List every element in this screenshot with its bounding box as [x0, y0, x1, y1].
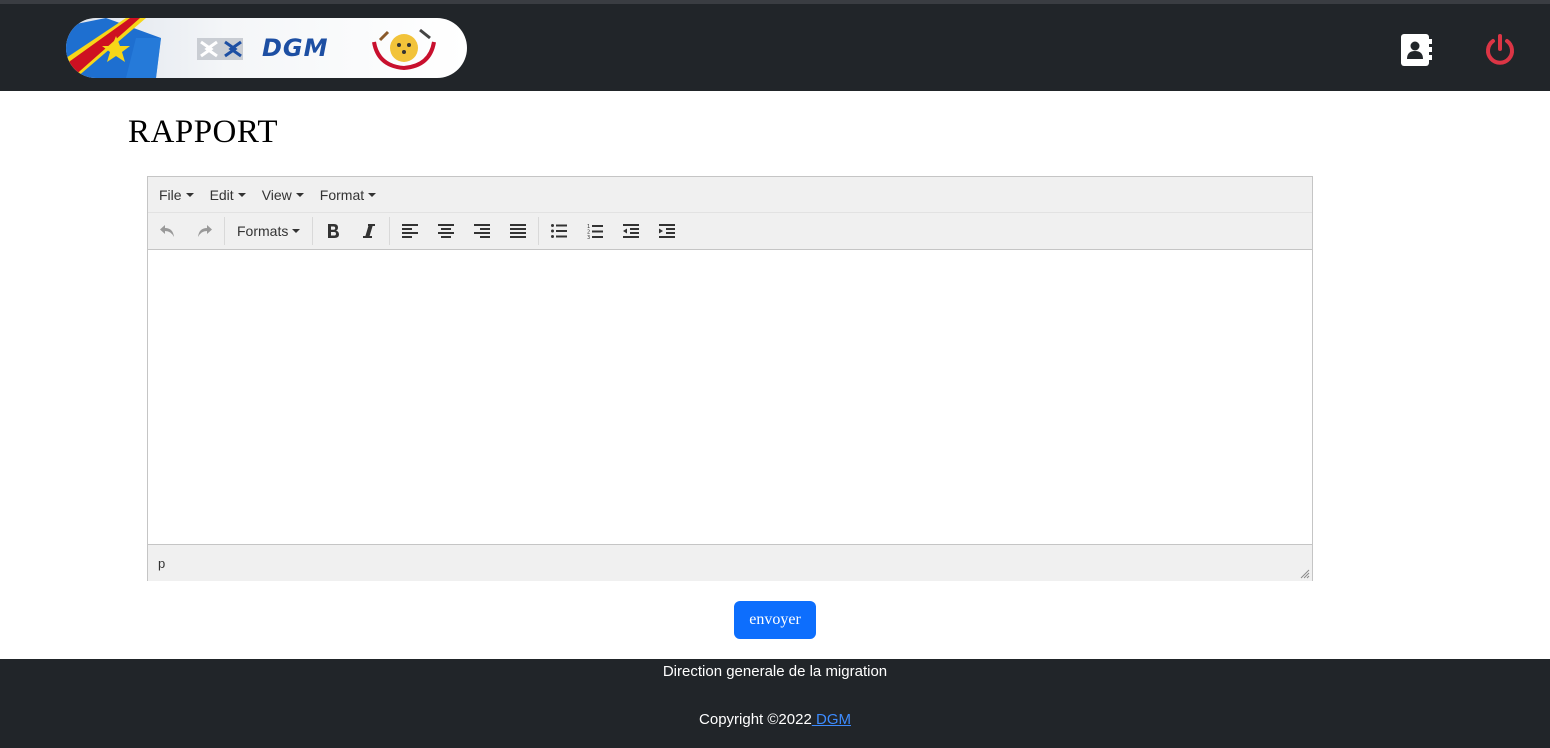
- italic-icon: [363, 224, 376, 238]
- outdent-icon: [623, 224, 640, 238]
- editor-menubar: File Edit View Format: [148, 177, 1312, 213]
- menu-file[interactable]: File: [151, 177, 202, 212]
- rich-text-editor: File Edit View Format Formats 1 2 3 p: [147, 176, 1313, 581]
- navbar: DGM: [0, 4, 1550, 91]
- redo-button[interactable]: [186, 216, 222, 246]
- submit-button[interactable]: envoyer: [734, 601, 816, 639]
- coat-of-arms-icon: [372, 28, 436, 71]
- logo-text: DGM: [262, 34, 329, 62]
- align-center-button[interactable]: [428, 216, 464, 246]
- caret-down-icon: [292, 229, 301, 233]
- caret-down-icon: [237, 192, 246, 197]
- toolbar-divider: [224, 217, 225, 245]
- address-book-icon: [1401, 34, 1432, 66]
- numbered-list-button[interactable]: 123: [577, 216, 613, 246]
- menu-format[interactable]: Format: [312, 177, 384, 212]
- align-left-icon: [402, 224, 419, 238]
- caret-down-icon: [295, 192, 304, 197]
- redo-icon: [198, 225, 212, 237]
- undo-icon: [160, 225, 174, 237]
- align-left-button[interactable]: [392, 216, 428, 246]
- resize-handle-icon[interactable]: [1300, 569, 1310, 579]
- power-icon: [1486, 34, 1514, 65]
- editor-statusbar: p: [148, 545, 1312, 581]
- italic-button[interactable]: [351, 216, 387, 246]
- align-center-icon: [438, 224, 455, 238]
- align-right-icon: [474, 224, 491, 238]
- menu-view[interactable]: View: [254, 177, 312, 212]
- dgm-link[interactable]: DGM: [812, 711, 851, 728]
- menu-file-label: File: [159, 186, 182, 203]
- numbered-list-icon: 123: [587, 224, 604, 239]
- bullet-list-button[interactable]: [541, 216, 577, 246]
- contacts-button[interactable]: [1399, 31, 1433, 69]
- menu-edit[interactable]: Edit: [202, 177, 254, 212]
- formats-dropdown[interactable]: Formats: [227, 216, 310, 246]
- dgm-arrows-icon: [197, 38, 243, 60]
- svg-text:3: 3: [587, 235, 590, 239]
- drc-flag-icon: [66, 18, 161, 78]
- editor-content-area[interactable]: [148, 250, 1312, 545]
- element-path[interactable]: p: [158, 556, 165, 571]
- caret-down-icon: [185, 192, 194, 197]
- footer: Direction generale de la migration Copyr…: [0, 659, 1550, 748]
- outdent-button[interactable]: [613, 216, 649, 246]
- page-title: RAPPORT: [128, 114, 279, 150]
- copyright-text: Copyright ©2022: [699, 711, 812, 728]
- dgm-logo[interactable]: DGM: [66, 18, 467, 78]
- toolbar-divider: [312, 217, 314, 245]
- toolbar-divider: [538, 217, 540, 245]
- formats-label: Formats: [237, 223, 289, 239]
- editor-toolbar: Formats 123: [148, 213, 1312, 250]
- indent-button[interactable]: [649, 216, 685, 246]
- indent-icon: [659, 224, 676, 238]
- menu-format-label: Format: [319, 186, 365, 203]
- align-justify-button[interactable]: [500, 216, 536, 246]
- logout-button[interactable]: [1480, 31, 1520, 69]
- align-justify-icon: [510, 224, 527, 238]
- toolbar-divider: [389, 217, 391, 245]
- bold-icon: [328, 224, 340, 238]
- footer-copyright: Copyright ©2022 DGM: [0, 711, 1550, 728]
- align-right-button[interactable]: [464, 216, 500, 246]
- menu-view-label: View: [261, 186, 292, 203]
- footer-organization: Direction generale de la migration: [662, 663, 888, 680]
- undo-button[interactable]: [150, 216, 186, 246]
- menu-edit-label: Edit: [209, 186, 234, 203]
- bold-button[interactable]: [315, 216, 351, 246]
- caret-down-icon: [368, 192, 377, 197]
- bullet-list-icon: [551, 224, 568, 238]
